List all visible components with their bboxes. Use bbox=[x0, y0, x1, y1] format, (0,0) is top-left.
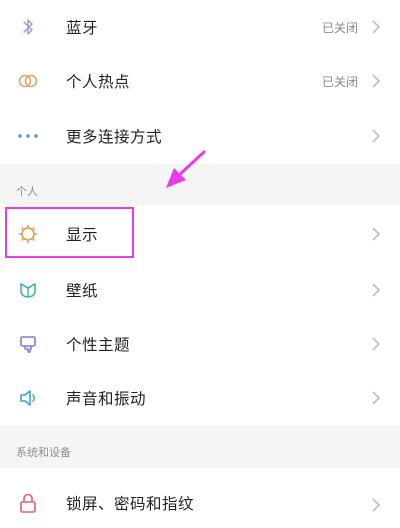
lock-icon bbox=[17, 492, 39, 514]
system-section-header: 系统和设备 bbox=[0, 436, 400, 468]
hotspot-icon bbox=[17, 70, 39, 92]
hotspot-label: 个人热点 bbox=[66, 73, 131, 91]
sound-icon bbox=[17, 387, 39, 409]
personal-group: 个人 显示 壁纸 个性主题 声音和振动 bbox=[0, 175, 400, 425]
pointer-arrow-icon bbox=[166, 150, 206, 188]
system-section-title: 系统和设备 bbox=[16, 446, 71, 459]
theme-row[interactable]: 个性主题 bbox=[0, 317, 400, 371]
chevron-right-icon bbox=[370, 73, 382, 89]
more-connections-label: 更多连接方式 bbox=[66, 128, 163, 146]
display-label: 显示 bbox=[66, 226, 99, 244]
bluetooth-row[interactable]: 蓝牙 已关闭 bbox=[0, 0, 400, 54]
bluetooth-icon bbox=[17, 16, 39, 38]
sound-row[interactable]: 声音和振动 bbox=[0, 371, 400, 425]
lockscreen-label: 锁屏、密码和指纹 bbox=[66, 495, 195, 513]
lockscreen-row[interactable]: 锁屏、密码和指纹 bbox=[0, 468, 400, 528]
system-group: 系统和设备 锁屏、密码和指纹 bbox=[0, 436, 400, 528]
chevron-right-icon bbox=[370, 128, 382, 144]
bluetooth-label: 蓝牙 bbox=[66, 19, 99, 37]
hotspot-row[interactable]: 个人热点 已关闭 bbox=[0, 54, 400, 108]
wallpaper-icon bbox=[17, 279, 39, 301]
chevron-right-icon bbox=[370, 226, 382, 242]
sound-label: 声音和振动 bbox=[66, 390, 147, 408]
bluetooth-status: 已关闭 bbox=[321, 20, 358, 35]
display-icon bbox=[17, 223, 39, 245]
wallpaper-row[interactable]: 壁纸 bbox=[0, 263, 400, 317]
chevron-right-icon bbox=[370, 282, 382, 298]
hotspot-status: 已关闭 bbox=[321, 74, 358, 89]
theme-label: 个性主题 bbox=[66, 336, 131, 354]
chevron-right-icon bbox=[370, 336, 382, 352]
more-dots-icon bbox=[17, 125, 39, 147]
personal-section-title: 个人 bbox=[16, 185, 38, 198]
chevron-right-icon bbox=[370, 390, 382, 406]
display-row[interactable]: 显示 bbox=[0, 205, 400, 263]
connectivity-group: 蓝牙 已关闭 个人热点 已关闭 更多连接方式 bbox=[0, 0, 400, 164]
wallpaper-label: 壁纸 bbox=[66, 282, 99, 300]
chevron-right-icon bbox=[370, 19, 382, 35]
theme-icon bbox=[17, 333, 39, 355]
